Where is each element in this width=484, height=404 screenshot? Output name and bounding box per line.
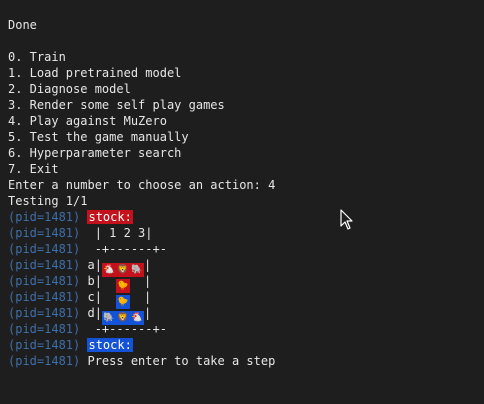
press-enter-prompt[interactable]: Press enter to take a step [87,354,275,368]
stock-blue-line: (pid=1481) stock: [8,337,484,353]
menu-item-test-manually: 5. Test the game manually [8,130,189,144]
pid-label: (pid=1481) [8,210,81,224]
board-row-b: (pid=1481) b| 🐤 | [8,273,484,293]
pid-label: (pid=1481) [8,242,81,256]
board-header-line: (pid=1481) | 1 2 3| [8,225,484,241]
board-row-d: (pid=1481) d|🐘 🦁 🐔| [8,305,484,325]
status-line: Done [8,18,37,32]
board-bottom-border-line: (pid=1481) -+------+- [8,321,484,337]
board-row-a: (pid=1481) a|🐔 🦁 🐘| [8,257,484,277]
stock-red-line: (pid=1481) stock: [8,209,484,225]
stock-blue-label: stock: [87,338,133,352]
menu-item-load-model: 1. Load pretrained model [8,66,182,80]
cell-c1 [102,290,116,304]
pid-label: (pid=1481) [8,322,81,336]
menu-item-exit: 7. Exit [8,162,59,176]
pid-label: (pid=1481) [8,258,81,272]
board-row-c: (pid=1481) c| 🐤 | [8,289,484,309]
cell-c3 [130,290,144,304]
row-label-d: d| [87,306,102,320]
cell-b1 [102,274,116,288]
menu-item-hyperparameter-search: 6. Hyperparameter search [8,146,182,160]
cell-b3 [130,274,144,288]
row-end-d: | [143,306,152,320]
mouse-pointer-icon [340,209,353,230]
action-prompt[interactable]: Enter a number to choose an action: 4 [8,177,484,193]
pid-label: (pid=1481) [8,338,81,352]
stock-red-label: stock: [87,210,133,224]
pid-label: (pid=1481) [8,274,81,288]
board-top-border-line: (pid=1481) -+------+- [8,241,484,257]
row-label-a: a| [87,258,102,272]
menu-item-diagnose: 2. Diagnose model [8,82,131,96]
board-column-header: | 1 2 3| [87,226,153,240]
row-end-b: | [143,274,152,288]
testing-status: Testing 1/1 [8,194,88,208]
pid-label: (pid=1481) [8,226,81,240]
menu-item-play-against-muzero: 4. Play against MuZero [8,114,167,128]
menu-item-train: 0. Train [8,50,66,64]
pid-label: (pid=1481) [8,306,81,320]
row-end-a: | [143,258,152,272]
board-bottom-border: -+------+- [87,322,167,336]
row-end-c: | [143,290,152,304]
board-top-border: -+------+- [87,242,167,256]
press-enter-line: (pid=1481) Press enter to take a step [8,353,484,369]
pid-label: (pid=1481) [8,290,81,304]
terminal-output[interactable]: Done 0. Train 1. Load pretrained model 2… [8,17,484,369]
row-label-b: b| [87,274,102,288]
menu-item-render-self-play: 3. Render some self play games [8,98,225,112]
pid-label: (pid=1481) [8,354,81,368]
row-label-c: c| [87,290,102,304]
